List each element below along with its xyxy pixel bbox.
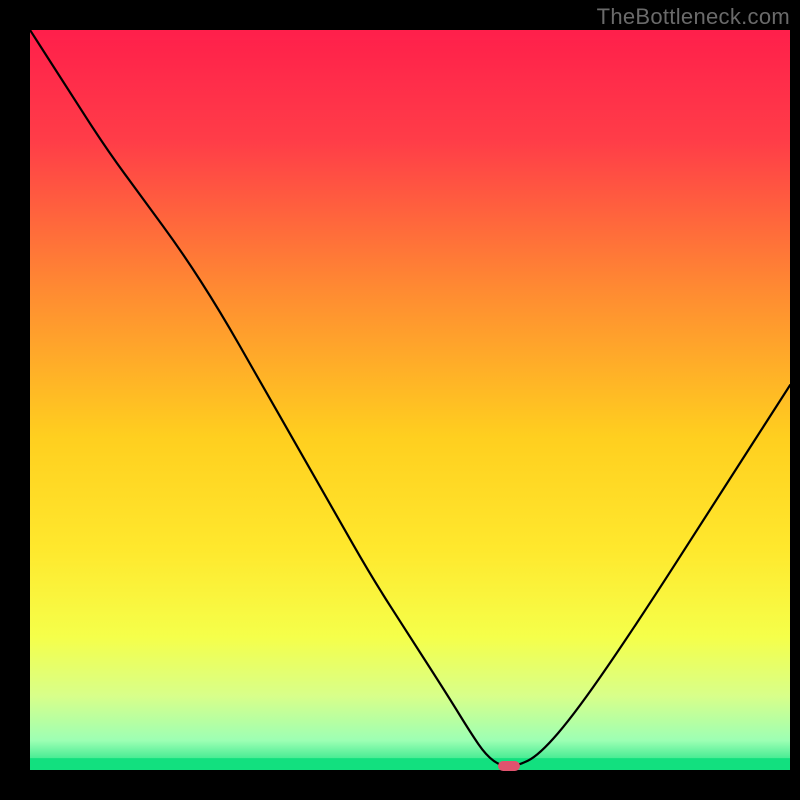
chart-stage: TheBottleneck.com	[0, 0, 800, 800]
watermark-text: TheBottleneck.com	[597, 4, 790, 30]
optimal-marker	[498, 761, 520, 771]
plot-area	[30, 30, 790, 770]
bottom-green-bar	[30, 758, 790, 770]
chart-svg	[30, 30, 790, 770]
gradient-background	[30, 30, 790, 770]
